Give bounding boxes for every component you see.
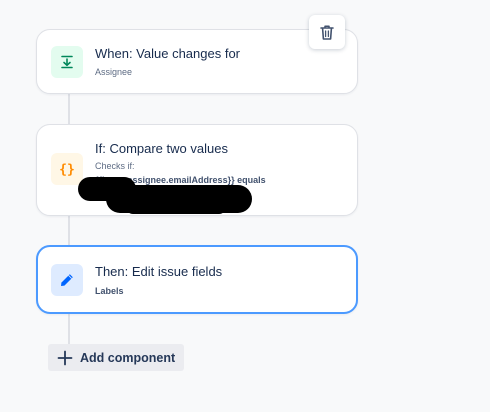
trigger-subtitle: Assignee	[95, 67, 133, 77]
flow-connector	[68, 313, 70, 345]
add-component-button[interactable]: Add component	[48, 344, 184, 371]
condition-subtitle: Checks if:	[95, 161, 135, 171]
add-component-label: Add component	[80, 350, 176, 365]
flow-connector	[68, 215, 70, 246]
plus-icon	[57, 350, 73, 366]
action-card[interactable]: Then: Edit issue fields Labels	[36, 245, 358, 314]
action-title: Then: Edit issue fields	[95, 264, 223, 279]
trash-icon	[320, 25, 334, 40]
condition-title: If: Compare two values	[95, 141, 228, 156]
trigger-field-icon	[51, 46, 83, 78]
trigger-title: When: Value changes for	[95, 46, 241, 61]
redaction-mark	[126, 200, 226, 214]
delete-button[interactable]	[309, 15, 345, 49]
flow-connector	[68, 93, 70, 125]
pencil-icon	[51, 264, 83, 296]
svg-text:{}: {}	[59, 163, 75, 178]
braces-icon: {}	[51, 153, 83, 185]
action-subtitle: Labels	[95, 286, 124, 296]
